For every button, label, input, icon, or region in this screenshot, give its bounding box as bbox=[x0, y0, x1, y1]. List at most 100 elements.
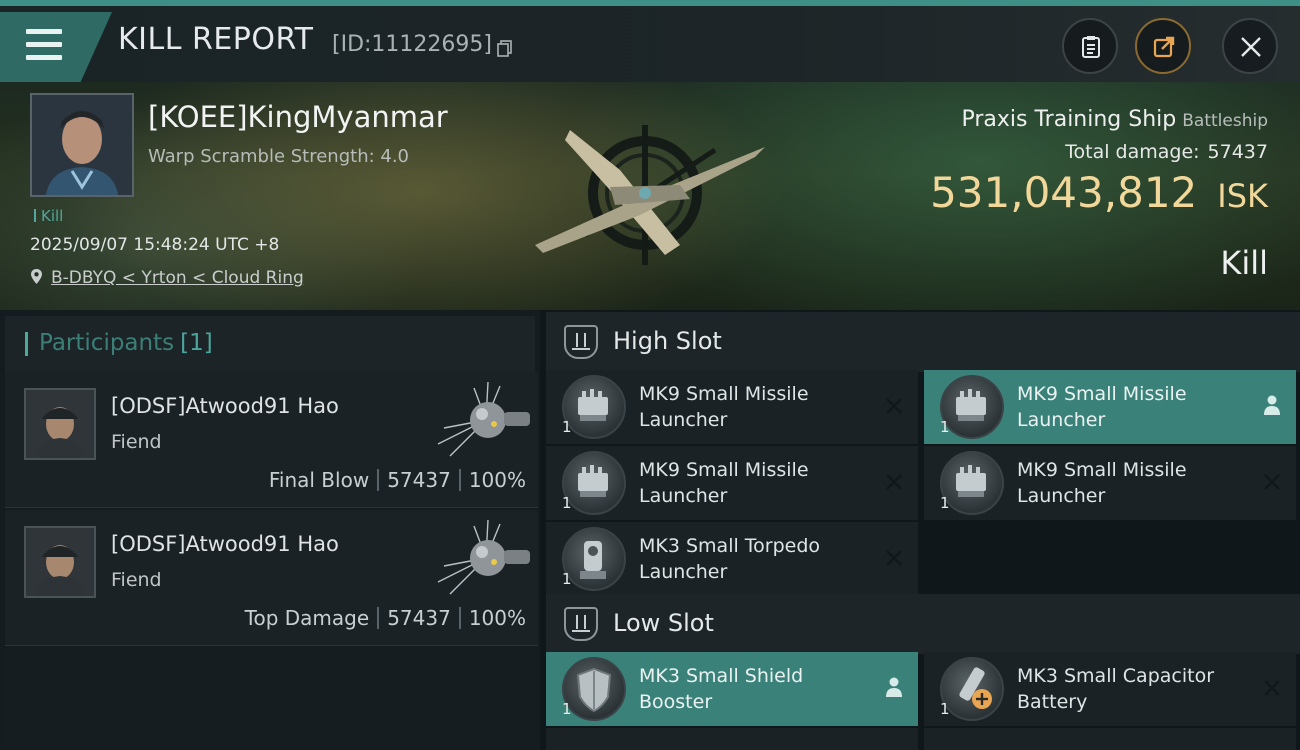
module-name: MK9 Small Missile Launcher bbox=[639, 383, 809, 431]
person-icon bbox=[1264, 395, 1280, 415]
module-name: MK9 Small Missile Launcher bbox=[1017, 383, 1187, 431]
module-item[interactable]: 1 MK9 Small Missile Launcher bbox=[924, 446, 1296, 520]
module-item[interactable]: 1 MK9 Small Missile Launcher bbox=[924, 370, 1296, 444]
portrait-image bbox=[26, 528, 94, 596]
participant-role: Final Blow bbox=[268, 468, 370, 492]
participant-percent: 100% bbox=[468, 468, 526, 492]
module-item[interactable]: 1 MK3 Small Capacitor Battery bbox=[924, 652, 1296, 726]
module-item-partial[interactable] bbox=[546, 728, 918, 750]
kill-location-link[interactable]: B-DBYQ < Yrton < Cloud Ring bbox=[30, 268, 304, 288]
participants-header: Participants [1] bbox=[5, 316, 535, 372]
high-slot-header: High Slot bbox=[546, 312, 1300, 372]
module-item[interactable]: 1 MK3 Small Shield Booster bbox=[546, 652, 918, 726]
participant-ship-image bbox=[437, 381, 530, 457]
kill-tag: Kill bbox=[34, 207, 63, 225]
participant-name: [ODSF]Atwood91 Hao bbox=[111, 532, 339, 556]
destroyed-x-icon bbox=[886, 398, 902, 414]
low-slot-label: Low Slot bbox=[613, 609, 714, 637]
close-button[interactable] bbox=[1222, 18, 1278, 74]
warp-scramble-strength: Warp Scramble Strength: 4.0 bbox=[148, 146, 410, 167]
fittings-panel: High Slot 1 MK9 Small Missile Launcher 1… bbox=[540, 310, 1300, 750]
clipboard-button[interactable] bbox=[1062, 18, 1118, 74]
module-quantity: 1 bbox=[940, 418, 950, 436]
total-damage-label: Total damage: bbox=[1065, 141, 1200, 163]
isk-loss: 531,043,812 ISK bbox=[930, 168, 1268, 217]
participant-row[interactable]: [ODSF]Atwood91 Hao Fiend Top Damage 57437… bbox=[5, 510, 538, 646]
menu-icon bbox=[26, 29, 62, 34]
participant-row[interactable]: [ODSF]Atwood91 Hao Fiend Final Blow 57437… bbox=[5, 372, 538, 508]
clipboard-icon bbox=[1082, 36, 1100, 58]
shield-booster-icon bbox=[562, 657, 626, 721]
high-slot-label: High Slot bbox=[613, 327, 722, 355]
menu-icon-bar bbox=[26, 55, 62, 60]
participant-ship: Fiend bbox=[111, 569, 162, 591]
participant-name: [ODSF]Atwood91 Hao bbox=[111, 394, 339, 418]
missile-launcher-icon bbox=[562, 375, 626, 439]
menu-icon-bar bbox=[26, 42, 62, 47]
avatar bbox=[24, 388, 96, 460]
module-quantity: 1 bbox=[562, 494, 572, 512]
total-damage: Total damage: 57437 bbox=[1065, 141, 1268, 163]
missile-launcher-icon bbox=[562, 451, 626, 515]
module-quantity: 1 bbox=[940, 494, 950, 512]
location-text: B-DBYQ < Yrton < Cloud Ring bbox=[51, 268, 304, 288]
module-quantity: 1 bbox=[562, 700, 572, 718]
torpedo-launcher-icon bbox=[562, 527, 626, 591]
module-item-partial[interactable] bbox=[924, 728, 1296, 750]
capacitor-battery-icon bbox=[940, 657, 1004, 721]
slot-icon bbox=[564, 607, 598, 641]
participant-damage: 57437 bbox=[387, 468, 451, 492]
copy-icon[interactable] bbox=[497, 40, 513, 58]
destroyed-x-icon bbox=[886, 474, 902, 490]
slot-icon bbox=[564, 325, 598, 359]
location-pin-icon bbox=[31, 269, 42, 284]
participant-stats: Final Blow 57437 100% bbox=[269, 468, 526, 492]
destroyed-x-icon bbox=[1264, 474, 1280, 490]
module-quantity: 1 bbox=[562, 570, 572, 588]
total-damage-value: 57437 bbox=[1207, 141, 1268, 163]
module-name: MK9 Small Missile Launcher bbox=[1017, 459, 1187, 507]
share-button[interactable] bbox=[1135, 18, 1191, 74]
module-item[interactable]: 1 MK9 Small Missile Launcher bbox=[546, 370, 918, 444]
ship-name: Praxis Training Ship bbox=[961, 107, 1177, 132]
header-accent bbox=[25, 332, 28, 356]
share-icon bbox=[1153, 36, 1175, 58]
participant-stats: Top Damage 57437 100% bbox=[245, 606, 526, 630]
ship-render bbox=[535, 125, 765, 265]
module-name: MK3 Small Shield Booster bbox=[639, 665, 804, 713]
isk-unit: ISK bbox=[1217, 177, 1268, 215]
low-slot-header: Low Slot bbox=[546, 594, 1300, 654]
isk-value: 531,043,812 bbox=[930, 168, 1198, 217]
destroyed-x-icon bbox=[886, 550, 902, 566]
participant-role: Top Damage bbox=[244, 606, 370, 630]
close-icon bbox=[1241, 37, 1261, 57]
participants-count: [1] bbox=[180, 330, 213, 356]
module-item[interactable]: 1 MK3 Small Torpedo Launcher bbox=[546, 522, 918, 596]
participant-damage: 57437 bbox=[387, 606, 451, 630]
participant-ship-image bbox=[437, 519, 530, 595]
module-quantity: 1 bbox=[562, 418, 572, 436]
header-bar: KILL REPORT [ID:11122695] bbox=[0, 6, 1300, 82]
participant-percent: 100% bbox=[468, 606, 526, 630]
participants-empty-area bbox=[5, 648, 538, 750]
victim-avatar[interactable] bbox=[30, 93, 134, 197]
victim-pilot-name[interactable]: [KOEE]KingMyanmar bbox=[148, 100, 448, 134]
ship-class: Battleship bbox=[1182, 111, 1268, 131]
participants-title: Participants [1] bbox=[39, 330, 213, 356]
participants-panel: Participants [1] [ODSF]Atwood91 Hao Fiend bbox=[0, 310, 540, 750]
module-name: MK3 Small Capacitor Battery bbox=[1017, 665, 1215, 713]
victim-ship-type[interactable]: Praxis Training Ship Battleship bbox=[961, 107, 1268, 132]
missile-launcher-icon bbox=[940, 451, 1004, 515]
kill-datetime: 2025/09/07 15:48:24 UTC +8 bbox=[30, 235, 280, 255]
menu-button[interactable] bbox=[0, 12, 112, 82]
module-quantity: 1 bbox=[940, 700, 950, 718]
result-label: Kill bbox=[1220, 244, 1268, 282]
page-title: KILL REPORT bbox=[118, 22, 314, 57]
report-id: [ID:11122695] bbox=[332, 32, 492, 57]
missile-launcher-icon bbox=[940, 375, 1004, 439]
module-item[interactable]: 1 MK9 Small Missile Launcher bbox=[546, 446, 918, 520]
participant-ship: Fiend bbox=[111, 431, 162, 453]
module-name: MK3 Small Torpedo Launcher bbox=[639, 535, 821, 583]
divider bbox=[377, 607, 380, 629]
module-name: MK9 Small Missile Launcher bbox=[639, 459, 809, 507]
